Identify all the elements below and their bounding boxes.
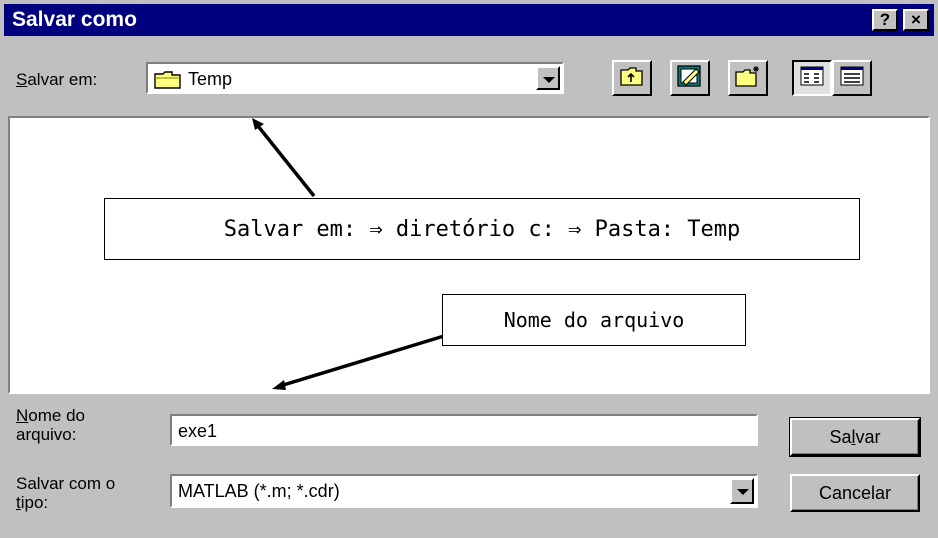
title-bar[interactable]: Salvar como ? ×: [4, 4, 934, 36]
new-folder-button[interactable]: [728, 60, 768, 96]
filetype-value: MATLAB (*.m; *.cdr): [178, 481, 340, 501]
save-as-dialog: Salvar como ? × Salvar em: Temp Salvar e…: [0, 0, 938, 538]
details-view-button[interactable]: [832, 60, 872, 96]
filename-input[interactable]: exe1: [170, 414, 758, 446]
save-in-dropdown-arrow[interactable]: [536, 66, 560, 90]
list-view-icon: [800, 66, 824, 91]
save-in-label: Salvar em:: [16, 70, 98, 89]
filetype-dropdown-arrow[interactable]: [730, 478, 754, 504]
filename-callout: Nome do arquivo: [442, 294, 746, 346]
save-button-label: Salvar: [829, 426, 881, 447]
folder-icon: [154, 70, 182, 95]
details-view-icon: [840, 66, 864, 91]
desktop-icon: [676, 63, 704, 94]
location-callout: Salvar em: ⇒ diretório c: ⇒ Pasta: Temp: [104, 198, 860, 260]
save-button[interactable]: Salvar: [789, 417, 921, 457]
close-button[interactable]: ×: [903, 9, 929, 31]
filetype-label: Salvar com o tipo:: [16, 474, 116, 512]
up-one-level-button[interactable]: [612, 60, 652, 96]
desktop-button[interactable]: [670, 60, 710, 96]
filename-value: exe1: [178, 421, 218, 441]
window-title: Salvar como: [12, 8, 137, 31]
filename-label: Nome do arquivo:: [16, 406, 85, 444]
help-button[interactable]: ?: [872, 9, 898, 31]
new-folder-icon: [734, 64, 762, 93]
filetype-combo[interactable]: MATLAB (*.m; *.cdr): [170, 474, 758, 508]
list-view-button[interactable]: [792, 60, 832, 96]
current-folder-name: Temp: [188, 69, 233, 89]
up-one-level-icon: [619, 65, 645, 92]
close-icon: ×: [911, 10, 921, 29]
cancel-button[interactable]: Cancelar: [790, 474, 920, 512]
save-in-combo[interactable]: Temp: [146, 62, 564, 94]
